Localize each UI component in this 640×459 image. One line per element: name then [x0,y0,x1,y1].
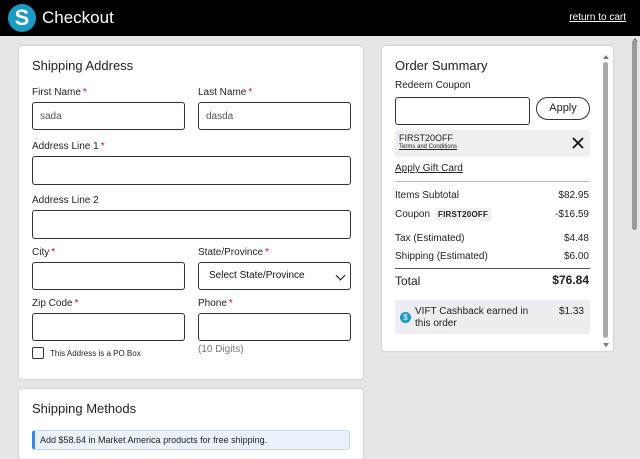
shipping-methods-title: Shipping Methods [32,401,137,416]
items-subtotal-value: $82.95 [558,190,589,201]
address-line-2-label: Address Line 2 [32,195,99,206]
scroll-up-arrow[interactable] [603,55,609,59]
total-label: Total [395,274,421,288]
cashback-text: VIFT Cashback earned in this order [415,306,529,329]
city-label: City * [32,247,56,258]
free-shipping-notice: Add $58.64 in Market America products fo… [32,430,350,450]
total-value: $76.84 [552,273,589,287]
city-input[interactable] [32,262,185,290]
applied-coupon-code: FIRST20OFF [399,133,454,143]
last-name-input[interactable] [198,102,351,130]
first-name-label: First Name * [32,87,87,98]
divider [395,181,590,182]
shipping-label: Shipping (Estimated) [395,251,488,262]
state-select[interactable]: Select State/Province [198,262,351,290]
terms-and-conditions-link[interactable]: Terms and Conditions [399,144,457,150]
return-to-cart-link[interactable]: return to cart [569,12,626,23]
cashback-value: $1.33 [558,306,584,317]
last-name-label: Last Name * [198,87,253,98]
po-box-checkbox[interactable] [32,347,44,359]
brand-logo: S [8,4,36,32]
state-label: State/Province * [198,247,269,258]
address-line-2-input[interactable] [32,210,351,239]
first-name-input[interactable] [32,102,185,130]
tax-label: Tax (Estimated) [395,233,465,244]
coupon-code-tag: FIRST20OFF [435,208,492,221]
phone-hint: (10 Digits) [198,344,244,355]
shipping-address-title: Shipping Address [32,58,134,73]
page-scrollbar[interactable] [632,40,637,230]
top-bar: S Checkout return to cart [0,0,640,36]
apply-gift-card-link[interactable]: Apply Gift Card [395,163,463,174]
divider [395,268,590,269]
tax-value: $4.48 [563,233,589,244]
address-line-1-label: Address Line 1 * [32,141,105,152]
cashback-box: $ VIFT Cashback earned in this order $1.… [395,300,590,334]
order-summary-title: Order Summary [395,58,488,73]
coupon-row-label: Coupon FIRST20OFF [395,208,492,221]
shipping-value: $6.00 [563,251,589,262]
coupon-discount-value: -$16.59 [555,209,589,220]
applied-coupon: FIRST20OFF Terms and Conditions [395,130,590,157]
chevron-down-icon [335,270,346,281]
close-icon[interactable] [571,136,585,150]
order-summary-scrollbar[interactable] [603,62,608,338]
zip-code-label: Zip Code * [32,298,79,309]
phone-input[interactable] [198,313,351,341]
cashback-icon: $ [400,312,411,323]
phone-label: Phone * [198,298,233,309]
scroll-down-arrow[interactable] [603,343,609,347]
zip-code-input[interactable] [32,313,185,341]
items-subtotal-label: Items Subtotal [395,190,459,201]
page-title: Checkout [42,8,114,27]
apply-coupon-button[interactable]: Apply [536,97,590,120]
state-select-value: Select State/Province [209,270,305,281]
po-box-label: This Address is a PO Box [50,349,141,358]
coupon-input[interactable] [395,97,530,125]
redeem-coupon-label: Redeem Coupon [395,80,471,91]
address-line-1-input[interactable] [32,156,351,185]
